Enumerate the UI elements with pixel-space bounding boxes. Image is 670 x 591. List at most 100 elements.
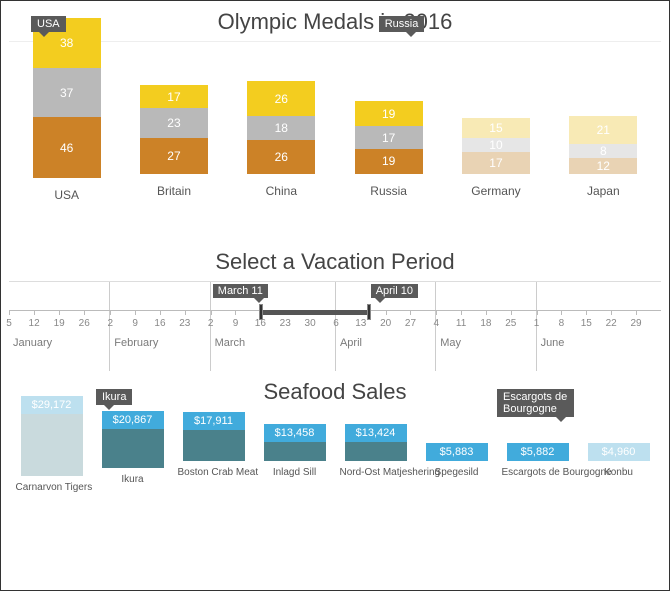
seafood-bar-value: $13,424 [345, 424, 407, 442]
day-tick-label: 5 [6, 318, 12, 329]
day-tick-label: 2 [108, 318, 114, 329]
medal-column[interactable]: 261826 China [228, 42, 335, 202]
seafood-category-label: Spegesild [421, 467, 493, 493]
medals-chart[interactable]: 463738USAUSA272317Britain261826China1917… [9, 41, 661, 241]
medal-column[interactable]: 191719RussiaRussia [335, 42, 442, 202]
day-tick-label: 9 [132, 318, 138, 329]
medal-segment-bronze: 17 [462, 152, 530, 174]
month-block: January5 12 19 26 [9, 282, 109, 371]
medal-segment-bronze: 27 [140, 138, 208, 174]
day-tick-label: 20 [380, 318, 391, 329]
day-tick-label: 2 [208, 318, 214, 329]
day-tick-label: 13 [355, 318, 366, 329]
medal-segment-gold: 15 [462, 118, 530, 138]
seafood-bar-body [102, 429, 164, 468]
seafood-bar-body [264, 442, 326, 461]
medal-tooltip: USA [31, 16, 66, 32]
seafood-column[interactable]: $5,882Escargots de BourgogneEscargots de… [497, 411, 578, 493]
medal-segment-gold: 26 [247, 81, 315, 115]
range-bar[interactable] [261, 310, 369, 315]
vacation-range-selector[interactable]: January5121926February291623March2916233… [9, 281, 661, 371]
range-end-label: April 10 [371, 284, 418, 298]
seafood-bar-body [345, 442, 407, 461]
month-label: April [340, 337, 362, 349]
medal-category-label: USA [54, 188, 79, 202]
month-label: May [440, 337, 461, 349]
day-tick-label: 15 [581, 318, 592, 329]
seafood-chart[interactable]: $29,172Carnarvon Tigers$20,867IkuraIkura… [9, 411, 661, 493]
medal-category-label: Britain [157, 184, 191, 202]
range-handle-end[interactable] [367, 304, 371, 320]
seafood-category-label: Boston Crab Meat [178, 467, 250, 493]
month-label: February [114, 337, 158, 349]
day-tick-label: 11 [456, 318, 466, 329]
vacation-title: Select a Vacation Period [1, 249, 669, 275]
medal-category-label: Germany [471, 184, 520, 202]
seafood-bar-value: $29,172 [21, 396, 83, 414]
medal-category-label: Russia [370, 184, 407, 202]
seafood-column[interactable]: $13,458 Inlagd Sill [254, 411, 335, 493]
month-label: June [541, 337, 565, 349]
medal-segment-silver: 10 [462, 138, 530, 152]
medal-segment-gold: 19 [355, 101, 423, 126]
seafood-bar-value: $5,883 [426, 443, 488, 461]
medal-segment-silver: 18 [247, 116, 315, 140]
medal-segment-bronze: 12 [569, 158, 637, 174]
seafood-tooltip: Ikura [96, 389, 132, 405]
range-handle-start[interactable] [259, 304, 263, 320]
day-tick-label: 12 [29, 318, 40, 329]
seafood-bar-body [183, 430, 245, 461]
day-tick-label: 30 [305, 318, 316, 329]
day-tick-label: 4 [433, 318, 439, 329]
medal-segment-gold: 21 [569, 116, 637, 144]
day-tick-label: 26 [79, 318, 90, 329]
seafood-bar-value: $20,867 [102, 411, 164, 429]
seafood-column[interactable]: $13,424 Nord-Ost Matjeshering [335, 411, 416, 493]
day-tick-label: 19 [54, 318, 65, 329]
seafood-category-label: Ikura [97, 474, 169, 493]
seafood-column[interactable]: $20,867IkuraIkura [92, 411, 173, 493]
day-tick-label: 22 [606, 318, 617, 329]
medal-segment-silver: 37 [33, 68, 101, 117]
medal-segment-silver: 23 [140, 108, 208, 138]
medal-segment-silver: 8 [569, 144, 637, 158]
range-start-label: March 11 [213, 284, 268, 298]
seafood-column[interactable]: $29,172Carnarvon Tigers [11, 411, 92, 493]
day-tick-label: 18 [480, 318, 491, 329]
day-tick-label: 27 [405, 318, 416, 329]
month-block: June1 8 15 22 29 [536, 282, 661, 371]
medal-segment-gold: 17 [140, 85, 208, 107]
medal-column[interactable]: 171015 Germany [442, 42, 549, 202]
day-tick-label: 25 [505, 318, 516, 329]
medal-column[interactable]: 12821 Japan [550, 42, 657, 202]
seafood-bar-body [21, 414, 83, 476]
day-tick-label: 8 [559, 318, 565, 329]
month-label: January [13, 337, 52, 349]
medal-column[interactable]: 272317 Britain [120, 42, 227, 202]
day-tick-label: 1 [534, 318, 540, 329]
seafood-bar-value: $13,458 [264, 424, 326, 442]
seafood-column[interactable]: $4,960 Konbu [578, 411, 659, 493]
day-tick-label: 16 [154, 318, 165, 329]
seafood-bar-value: $5,882 [507, 443, 569, 461]
seafood-category-label: Inlagd Sill [259, 467, 331, 493]
day-tick-label: 9 [233, 318, 239, 329]
seafood-category-label: Nord-Ost Matjeshering [340, 467, 412, 493]
seafood-column[interactable]: $5,883 Spegesild [416, 411, 497, 493]
medal-tooltip: Russia [379, 16, 425, 32]
medal-segment-bronze: 26 [247, 140, 315, 174]
seafood-category-label: Escargots de Bourgogne [502, 467, 574, 493]
day-tick-label: 6 [333, 318, 339, 329]
day-tick-label: 23 [280, 318, 291, 329]
day-tick-label: 29 [631, 318, 642, 329]
seafood-bar-value: $4,960 [588, 443, 650, 461]
day-tick-label: 23 [179, 318, 190, 329]
seafood-tooltip: Escargots de Bourgogne [497, 389, 574, 417]
seafood-column[interactable]: $17,911Boston Crab Meat [173, 411, 254, 493]
month-block: May4 11 18 25 [435, 282, 535, 371]
medal-column[interactable]: 463738USAUSA [13, 42, 120, 202]
month-block: February2 9 16 23 [109, 282, 209, 371]
medal-category-label: China [266, 184, 297, 202]
seafood-category-label: Konbu [583, 467, 655, 493]
medal-category-label: Japan [587, 184, 620, 202]
